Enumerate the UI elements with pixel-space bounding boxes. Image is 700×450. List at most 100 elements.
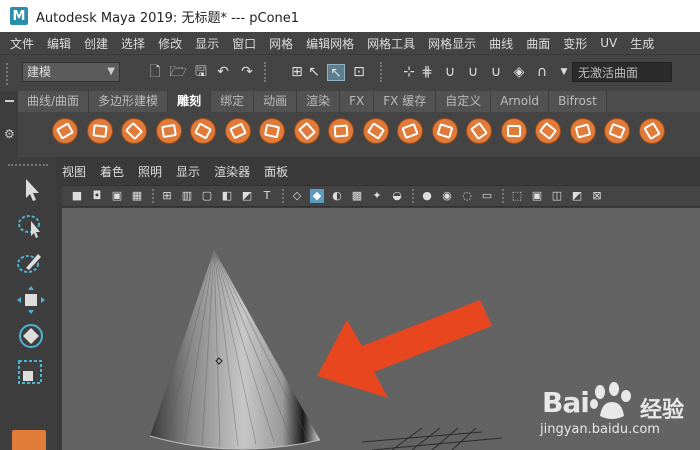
menu-file[interactable]: 文件	[10, 35, 34, 52]
depth-icon[interactable]: ▭	[480, 189, 494, 203]
scale-tool-icon[interactable]	[14, 358, 48, 386]
shaded-icon[interactable]: ◆	[310, 189, 324, 203]
flatten-tool-icon[interactable]	[224, 118, 251, 144]
amplify-tool-icon[interactable]	[604, 118, 630, 144]
tab-rigging[interactable]: 绑定	[211, 91, 255, 112]
anti-alias-icon[interactable]: ◌	[460, 189, 474, 203]
menu-modify[interactable]: 修改	[158, 35, 182, 52]
text-icon[interactable]: T	[260, 189, 274, 203]
snap-toggle-icon[interactable]: ⊹	[400, 64, 418, 81]
select-by-object-icon[interactable]: ↖	[305, 64, 323, 81]
redo-icon[interactable]: ↷	[238, 64, 256, 81]
smooth-shade-icon[interactable]: ◇	[290, 189, 304, 203]
select-by-hierarchy-icon[interactable]: ⊞	[288, 64, 306, 81]
select-by-component-icon[interactable]: ↖	[327, 64, 345, 81]
shadows-icon[interactable]: ◒	[390, 189, 404, 203]
gear-icon[interactable]: ⚙	[4, 127, 15, 141]
menu-mesh[interactable]: 网格	[269, 35, 293, 52]
tab-custom[interactable]: 自定义	[436, 91, 492, 112]
imprint-tool-icon[interactable]	[362, 118, 389, 144]
menu-generate[interactable]: 生成	[630, 35, 654, 52]
repeat-tool-icon[interactable]	[328, 118, 354, 144]
menu-deform[interactable]: 变形	[563, 35, 587, 52]
fill-tool-icon[interactable]	[466, 118, 492, 144]
status-line-grip[interactable]	[6, 63, 14, 85]
backface-icon[interactable]: ◩	[570, 189, 584, 203]
lasso-tool-icon[interactable]	[14, 212, 48, 240]
camera-attributes-icon[interactable]: ◘	[90, 189, 104, 203]
menu-mesh-display[interactable]: 网格显示	[428, 35, 476, 52]
live-surface-field[interactable]: 无激活曲面	[572, 62, 672, 82]
flat-shade-icon[interactable]: ◐	[330, 189, 344, 203]
sculpt-tool-icon[interactable]	[52, 118, 78, 144]
select-tool-icon[interactable]	[14, 176, 48, 204]
motion-blur-icon[interactable]: ◉	[440, 189, 454, 203]
snap-to-point-icon[interactable]: ∪	[464, 64, 482, 81]
menu-select[interactable]: 选择	[121, 35, 145, 52]
paint-select-tool-icon[interactable]	[14, 248, 48, 276]
tab-bifrost[interactable]: Bifrost	[549, 91, 607, 112]
lights-icon[interactable]: ✦	[370, 189, 384, 203]
wax-tool-icon[interactable]	[397, 118, 423, 144]
tab-rendering[interactable]: 渲染	[297, 91, 341, 112]
panel-menu-view[interactable]: 视图	[62, 163, 86, 183]
pinch-tool-icon[interactable]	[190, 118, 216, 144]
chevron-down-icon[interactable]: ▼	[555, 64, 573, 81]
tab-fx[interactable]: FX	[340, 91, 375, 112]
spray-tool-icon[interactable]	[293, 118, 320, 144]
snap-to-curve-icon[interactable]: ∪	[441, 64, 459, 81]
menu-edit-mesh[interactable]: 编辑网格	[306, 35, 354, 52]
tab-fx-caching[interactable]: FX 缓存	[374, 91, 437, 112]
bookmark-icon[interactable]: ▣	[110, 189, 124, 203]
grid-icon[interactable]: ▥	[180, 189, 194, 203]
move-tool-icon[interactable]	[14, 286, 48, 314]
menu-windows[interactable]: 窗口	[232, 35, 256, 52]
rotate-tool-icon[interactable]	[14, 322, 48, 350]
tab-arnold[interactable]: Arnold	[491, 91, 550, 112]
image-plane-icon[interactable]: ▦	[130, 189, 144, 203]
panel-menu-show[interactable]: 显示	[176, 163, 200, 183]
new-scene-icon[interactable]: 🗋	[146, 64, 164, 81]
last-used-tool-icon[interactable]	[12, 430, 46, 450]
open-scene-icon[interactable]: 🗁	[169, 64, 187, 81]
textured-icon[interactable]: ▩	[350, 189, 364, 203]
tab-poly-modeling[interactable]: 多边形建模	[89, 91, 169, 112]
menu-mesh-tools[interactable]: 网格工具	[367, 35, 415, 52]
isolate-icon[interactable]: ⬚	[510, 189, 524, 203]
resolution-gate-icon[interactable]: ▢	[200, 189, 214, 203]
menu-set-dropdown[interactable]: 建模 ▼	[22, 62, 120, 82]
save-scene-icon[interactable]: 🖫	[192, 64, 210, 81]
make-live-icon[interactable]: ∩	[533, 64, 551, 81]
grab-tool-icon[interactable]	[155, 118, 182, 144]
tab-sculpting[interactable]: 雕刻	[168, 91, 212, 112]
shelf-menu-icon[interactable]	[5, 100, 14, 102]
cone-mesh[interactable]	[149, 249, 321, 450]
xray-joints-icon[interactable]: ◫	[550, 189, 564, 203]
frame-icon[interactable]: ⊠	[590, 189, 604, 203]
xray-icon[interactable]: ▣	[530, 189, 544, 203]
menu-surfaces[interactable]: 曲面	[526, 35, 550, 52]
tab-animation[interactable]: 动画	[254, 91, 298, 112]
safe-action-icon[interactable]: ◩	[240, 189, 254, 203]
smear-tool-icon[interactable]	[535, 118, 561, 144]
panel-menu-renderer[interactable]: 渲染器	[214, 163, 250, 183]
panel-menu-panels[interactable]: 面板	[264, 163, 288, 183]
ao-icon[interactable]: ●	[420, 189, 434, 203]
foamy-tool-icon[interactable]	[259, 118, 285, 144]
freeze-tool-icon[interactable]	[638, 118, 665, 144]
snap-to-grid-icon[interactable]: ⋕	[418, 64, 436, 81]
knife-tool-icon[interactable]	[500, 118, 527, 144]
snap-to-view-plane-icon[interactable]: ◈	[510, 64, 528, 81]
relax-tool-icon[interactable]	[121, 118, 147, 144]
panel-menu-shading[interactable]: 着色	[100, 163, 124, 183]
menu-display[interactable]: 显示	[195, 35, 219, 52]
wireframe-icon[interactable]: ⊞	[160, 189, 174, 203]
tab-curves-surfaces[interactable]: 曲线/曲面	[18, 91, 90, 112]
menu-edit[interactable]: 编辑	[47, 35, 71, 52]
menu-uv[interactable]: UV	[600, 36, 617, 50]
panel-menu-lighting[interactable]: 照明	[138, 163, 162, 183]
bulge-tool-icon[interactable]	[569, 118, 596, 144]
snap-to-projected-center-icon[interactable]: ∪	[487, 64, 505, 81]
scrape-tool-icon[interactable]	[431, 118, 458, 144]
field-chart-icon[interactable]: ◧	[220, 189, 234, 203]
